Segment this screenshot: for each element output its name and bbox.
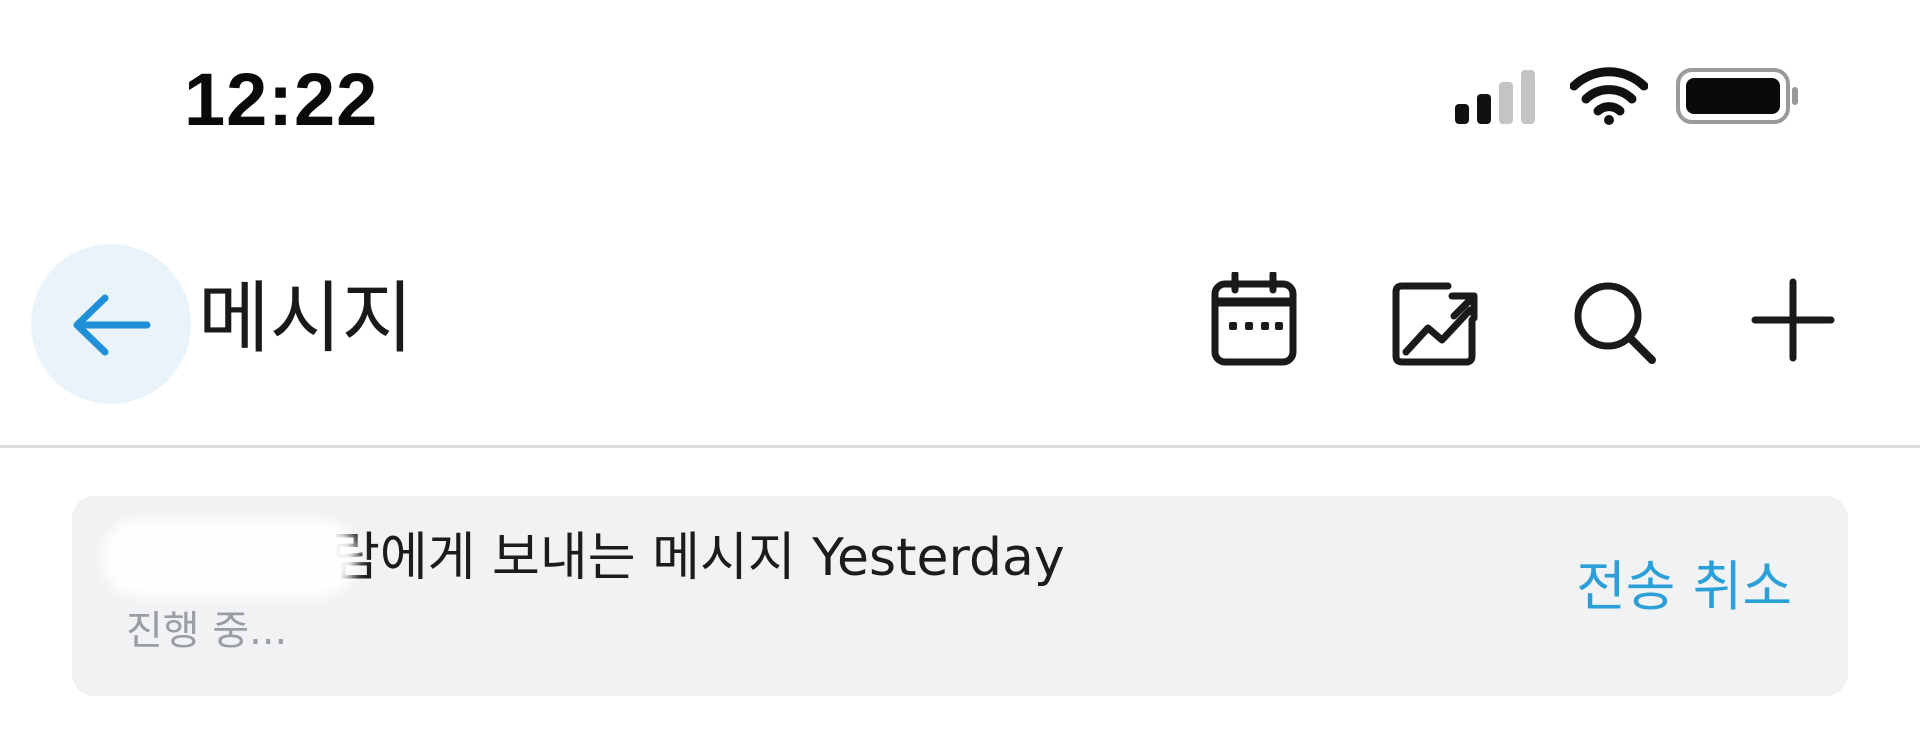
status-bar-time: 12:22 [184,58,379,141]
message-status: 진행 중... [126,608,288,654]
search-icon[interactable] [1570,272,1660,368]
header-divider [0,445,1920,448]
message-recipient-label: 람에게 보내는 메시지 [332,528,796,588]
redaction-blur [102,520,358,596]
sending-message-card[interactable]: 람에게 보내는 메시지 Yesterday 진행 중... 전송 취소 [72,496,1848,696]
wifi-icon [1570,67,1648,125]
cancel-send-button[interactable]: 전송 취소 [1576,554,1792,620]
message-time-label: Yesterday [812,528,1065,588]
signal-icon [1455,70,1535,124]
messages-screen: 12:22 메시지 람에게 보내는 메시지 Yesterday 진행 중... … [0,0,1920,736]
page-title: 메시지 [198,274,414,364]
plus-icon[interactable] [1748,272,1838,368]
trending-up-chart-icon[interactable] [1390,272,1480,368]
battery-icon [1676,68,1798,124]
back-button[interactable] [31,244,191,404]
arrow-left-icon [73,294,151,356]
calendar-icon[interactable] [1209,272,1299,368]
